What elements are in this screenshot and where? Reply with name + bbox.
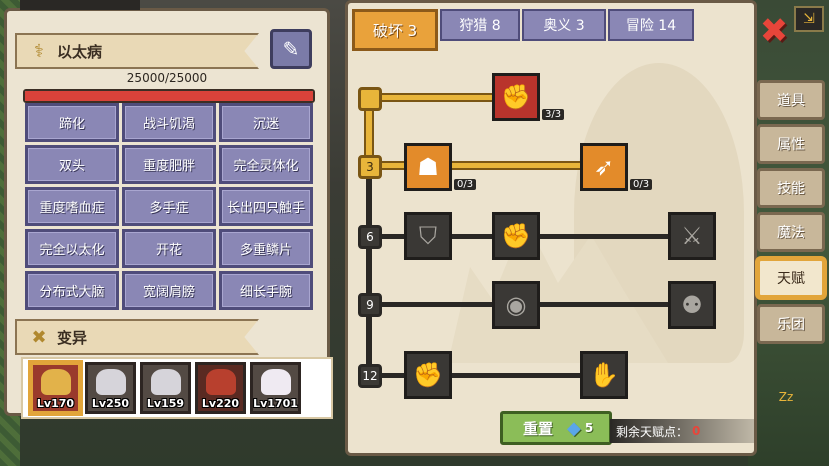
close-icon[interactable]: ✖	[757, 11, 791, 51]
muscle-body-icon: ☗	[417, 153, 439, 181]
gem-count: 5	[584, 421, 594, 435]
arm-wrestle-icon: ✊	[501, 83, 531, 111]
level-node-3: 3	[358, 155, 382, 179]
tab-hunt[interactable]: 狩猎 8	[440, 9, 520, 41]
hero-level: Lv159	[146, 397, 185, 410]
sword-slash-icon: ⚔	[681, 222, 703, 250]
talent-arm-wrestle[interactable]: ✊	[492, 73, 540, 121]
side-tab-items[interactable]: 道具	[757, 80, 825, 120]
helix-icon: ✖	[31, 326, 47, 348]
syringe-icon: ✎	[282, 37, 300, 61]
trait-item[interactable]: 重度肥胖	[122, 145, 216, 184]
level-node-6: 6	[358, 225, 382, 249]
hero-face	[96, 369, 126, 395]
hero-row: Lv170 Lv250 Lv159 Lv220 Lv1701	[21, 357, 333, 419]
points-value: 0	[692, 424, 701, 438]
syringe-button[interactable]: ✎	[270, 29, 312, 69]
mutation-ribbon: ✖ 变异	[15, 319, 259, 355]
hero-portrait[interactable]: Lv220	[195, 362, 246, 414]
mutation-title: 变异	[57, 328, 88, 347]
trait-item[interactable]: 细长手腕	[219, 271, 313, 310]
disease-panel: ⚕ 以太病 ✎ 25000/25000 蹄化 战斗饥渴 沉迷 双头 重度肥胖 完…	[4, 8, 333, 419]
sleep-icon[interactable]: Zz	[766, 390, 806, 432]
shield-swap-icon: ⛉	[419, 222, 437, 250]
talent-tabs: 破坏 3 狩猎 8 奥义 3 冒险 14	[348, 3, 754, 51]
trait-item[interactable]: 沉迷	[219, 103, 313, 142]
raised-fist-icon: ✊	[413, 361, 443, 389]
trait-item[interactable]: 多重鳞片	[219, 229, 313, 268]
talent-fist-punch[interactable]: ✊	[492, 212, 540, 260]
talent-panel: 破坏 3 狩猎 8 奥义 3 冒险 14 3 6 9 12 ✊ 3/3 ☗ 0/…	[345, 0, 757, 456]
talent-gauntlet[interactable]: ✋	[580, 351, 628, 399]
trait-item[interactable]: 分布式大脑	[25, 271, 119, 310]
reset-label: 重置	[523, 419, 554, 438]
hero-level: Lv170	[36, 397, 75, 410]
hero-face	[261, 369, 291, 395]
trait-item[interactable]: 重度嗜血症	[25, 187, 119, 226]
tree-root-node	[358, 87, 382, 111]
remaining-points: 剩余天赋点： 0	[610, 419, 754, 443]
trait-item[interactable]: 长出四只触手	[219, 187, 313, 226]
trait-item[interactable]: 宽阔肩膀	[122, 271, 216, 310]
talent-muscle-body[interactable]: ☗	[404, 143, 452, 191]
side-tab-talent[interactable]: 天赋	[757, 258, 825, 298]
tab-mystery[interactable]: 奥义 3	[522, 9, 606, 41]
trait-item[interactable]: 完全以太化	[25, 229, 119, 268]
hp-fill	[25, 91, 313, 101]
hero-level: Lv1701	[253, 397, 298, 410]
talent-count: 3/3	[542, 109, 565, 120]
fist-punch-icon: ✊	[501, 222, 531, 250]
hero-level: Lv220	[201, 397, 240, 410]
arrow-shot-icon: ➶	[593, 153, 615, 181]
hero-face	[206, 369, 236, 395]
talent-bat-wings[interactable]: ⚉	[668, 281, 716, 329]
trait-grid: 蹄化 战斗饥渴 沉迷 双头 重度肥胖 完全灵体化 重度嗜血症 多手症 长出四只触…	[25, 103, 317, 310]
trait-item[interactable]: 多手症	[122, 187, 216, 226]
exit-icon[interactable]: ⇲	[794, 6, 824, 32]
talent-count: 0/3	[630, 179, 653, 190]
talent-count: 0/3	[454, 179, 477, 190]
trait-item[interactable]: 完全灵体化	[219, 145, 313, 184]
hp-bar	[23, 89, 315, 103]
gem-icon: ◆	[567, 417, 581, 439]
talent-arrow-shot[interactable]: ➶	[580, 143, 628, 191]
points-label: 剩余天赋点：	[616, 424, 689, 439]
hero-portrait[interactable]: Lv170	[30, 362, 81, 414]
top-status-strip	[20, 0, 140, 10]
hp-text: 25000/25000	[126, 71, 208, 85]
talent-ripple[interactable]: ◉	[492, 281, 540, 329]
trait-item[interactable]: 双头	[25, 145, 119, 184]
tab-adventure[interactable]: 冒险 14	[608, 9, 694, 41]
hero-level: Lv250	[91, 397, 130, 410]
tab-destroy[interactable]: 破坏 3	[352, 9, 438, 51]
trait-item[interactable]: 开花	[122, 229, 216, 268]
level-node-9: 9	[358, 293, 382, 317]
level-node-12: 12	[358, 364, 382, 388]
hero-portrait[interactable]: Lv1701	[250, 362, 301, 414]
talent-sword-slash[interactable]: ⚔	[668, 212, 716, 260]
disease-title-ribbon: ⚕ 以太病	[15, 33, 259, 69]
trait-item[interactable]: 战斗饥渴	[122, 103, 216, 142]
tree-branch-top	[366, 95, 494, 100]
side-tab-skills[interactable]: 技能	[757, 168, 825, 208]
trait-item[interactable]: 蹄化	[25, 103, 119, 142]
tree-trunk	[366, 169, 372, 377]
side-tab-band[interactable]: 乐团	[757, 304, 825, 344]
bat-wings-icon: ⚉	[681, 291, 703, 319]
talent-shield-swap[interactable]: ⛉	[404, 212, 452, 260]
reset-button[interactable]: 重置 ◆ 5	[500, 411, 612, 445]
disease-title: 以太病	[57, 42, 103, 61]
talent-raised-fist[interactable]: ✊	[404, 351, 452, 399]
ripple-icon: ◉	[505, 291, 527, 319]
side-tab-magic[interactable]: 魔法	[757, 212, 825, 252]
hero-face	[41, 369, 71, 395]
hero-portrait[interactable]: Lv159	[140, 362, 191, 414]
gauntlet-icon: ✋	[589, 361, 619, 389]
dna-icon: ⚕	[34, 40, 44, 62]
side-tab-attributes[interactable]: 属性	[757, 124, 825, 164]
hero-portrait[interactable]: Lv250	[85, 362, 136, 414]
hero-face	[151, 369, 181, 395]
